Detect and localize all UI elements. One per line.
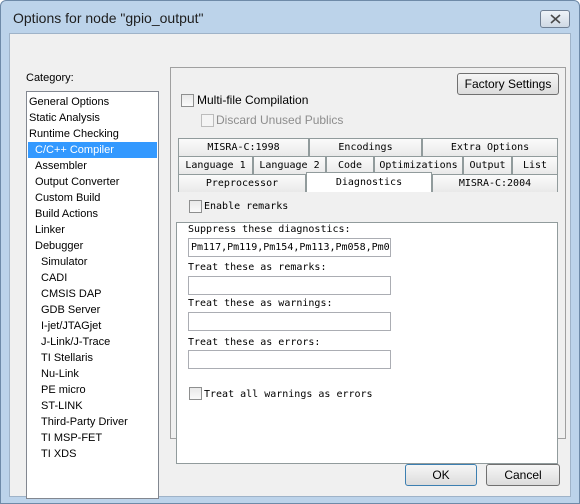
tab-extra-options[interactable]: Extra Options xyxy=(422,138,558,156)
tab-misra-c-1998[interactable]: MISRA-C:1998 xyxy=(178,138,309,156)
category-item-gdb-server[interactable]: GDB Server xyxy=(28,302,157,318)
enable-remarks-checkbox[interactable] xyxy=(189,200,202,213)
category-item-c-cpp-compiler[interactable]: C/C++ Compiler xyxy=(28,142,157,158)
category-item-pe-micro[interactable]: PE micro xyxy=(28,382,157,398)
category-item-general-options[interactable]: General Options xyxy=(28,94,157,110)
category-item-j-link-j-trace[interactable]: J-Link/J-Trace xyxy=(28,334,157,350)
dialog-body: Category: General Options Static Analysi… xyxy=(9,33,571,499)
category-item-st-link[interactable]: ST-LINK xyxy=(28,398,157,414)
treat-all-warnings-as-errors-label: Treat all warnings as errors xyxy=(204,389,373,400)
multifile-compilation-label: Multi-file Compilation xyxy=(197,93,309,107)
category-item-custom-build[interactable]: Custom Build xyxy=(28,190,157,206)
factory-settings-button[interactable]: Factory Settings xyxy=(457,73,559,95)
ok-button[interactable]: OK xyxy=(405,464,477,486)
category-item-third-party-driver[interactable]: Third-Party Driver xyxy=(28,414,157,430)
category-item-output-converter[interactable]: Output Converter xyxy=(28,174,157,190)
category-item-runtime-checking[interactable]: Runtime Checking xyxy=(28,126,157,142)
category-item-ti-msp-fet[interactable]: TI MSP-FET xyxy=(28,430,157,446)
category-item-i-jet-jtagjet[interactable]: I-jet/JTAGjet xyxy=(28,318,157,334)
suppress-diagnostics-input[interactable]: Pm117,Pm119,Pm154,Pm113,Pm058,Pm0 xyxy=(188,238,391,257)
tab-preprocessor[interactable]: Preprocessor xyxy=(178,174,306,192)
tab-output[interactable]: Output xyxy=(463,156,512,174)
category-item-build-actions[interactable]: Build Actions xyxy=(28,206,157,222)
category-item-ti-stellaris[interactable]: TI Stellaris xyxy=(28,350,157,366)
treat-as-errors-label: Treat these as errors: xyxy=(188,337,321,348)
category-item-simulator[interactable]: Simulator xyxy=(28,254,157,270)
category-item-cmsis-dap[interactable]: CMSIS DAP xyxy=(28,286,157,302)
treat-as-warnings-input[interactable] xyxy=(188,312,391,331)
category-item-cadi[interactable]: CADI xyxy=(28,270,157,286)
category-label: Category: xyxy=(26,72,74,84)
tab-language-1[interactable]: Language 1 xyxy=(178,156,253,174)
treat-as-errors-input[interactable] xyxy=(188,350,391,369)
discard-unused-publics-checkbox[interactable] xyxy=(201,114,214,127)
category-item-ti-xds[interactable]: TI XDS xyxy=(28,446,157,462)
tab-list[interactable]: List xyxy=(512,156,558,174)
tab-diagnostics[interactable]: Diagnostics xyxy=(306,172,432,192)
category-item-static-analysis[interactable]: Static Analysis xyxy=(28,110,157,126)
category-item-assembler[interactable]: Assembler xyxy=(28,158,157,174)
treat-as-remarks-input[interactable] xyxy=(188,276,391,295)
category-item-linker[interactable]: Linker xyxy=(28,222,157,238)
cancel-button[interactable]: Cancel xyxy=(486,464,560,486)
tab-encodings[interactable]: Encodings xyxy=(309,138,422,156)
close-button[interactable] xyxy=(540,10,570,28)
treat-as-warnings-label: Treat these as warnings: xyxy=(188,298,333,309)
discard-unused-publics-label: Discard Unused Publics xyxy=(216,113,344,127)
treat-as-remarks-label: Treat these as remarks: xyxy=(188,262,327,273)
category-list[interactable]: General Options Static Analysis Runtime … xyxy=(26,91,159,499)
tab-misra-c-2004[interactable]: MISRA-C:2004 xyxy=(432,174,558,192)
options-dialog: Options for node "gpio_output" Category:… xyxy=(0,0,580,504)
category-item-debugger[interactable]: Debugger xyxy=(28,238,157,254)
close-icon xyxy=(550,14,561,24)
treat-all-warnings-as-errors-checkbox[interactable] xyxy=(189,387,202,400)
window-title: Options for node "gpio_output" xyxy=(13,10,204,26)
enable-remarks-label: Enable remarks xyxy=(204,201,289,212)
multifile-compilation-checkbox[interactable] xyxy=(181,94,194,107)
category-item-nu-link[interactable]: Nu-Link xyxy=(28,366,157,382)
title-bar[interactable]: Options for node "gpio_output" xyxy=(1,1,579,33)
suppress-diagnostics-label: Suppress these diagnostics: xyxy=(188,224,351,235)
